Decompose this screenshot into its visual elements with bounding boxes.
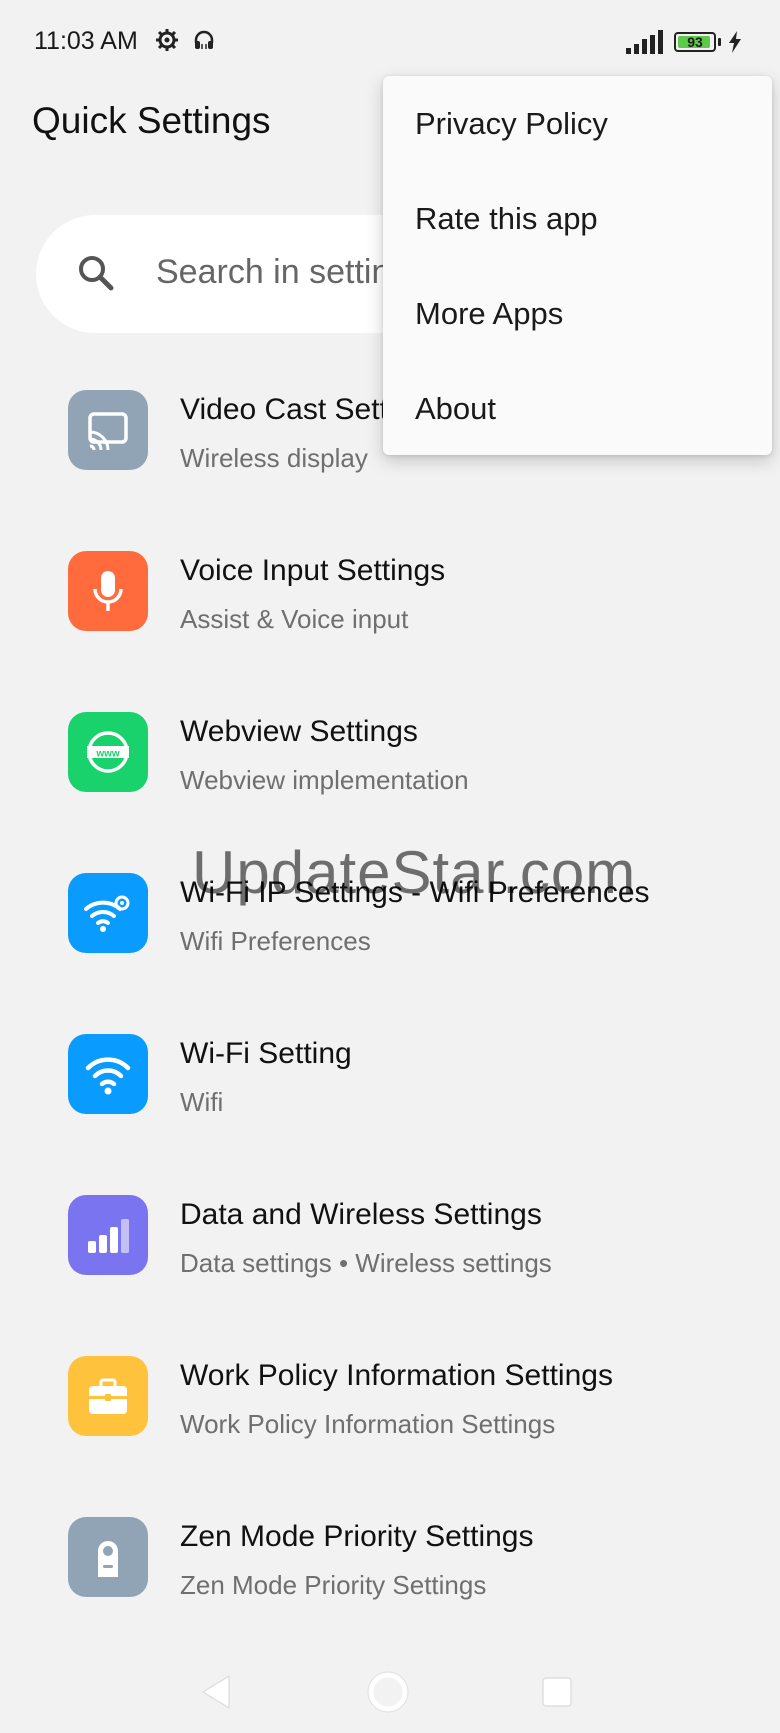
back-icon[interactable]: [195, 1670, 239, 1714]
microphone-icon: [68, 551, 148, 631]
item-subtitle: Assist & Voice input: [180, 604, 409, 634]
briefcase-icon: [68, 1356, 148, 1436]
item-subtitle: Zen Mode Priority Settings: [180, 1570, 487, 1600]
watermark: UpdateStar.com: [192, 839, 637, 906]
list-item[interactable]: Data and Wireless Settings Data settings…: [0, 1185, 780, 1346]
gear-icon: [156, 29, 178, 51]
home-icon[interactable]: [366, 1670, 410, 1714]
item-subtitle: Wireless display: [180, 443, 368, 473]
list-item[interactable]: Work Policy Information Settings Work Po…: [0, 1346, 780, 1507]
list-item[interactable]: Voice Input Settings Assist & Voice inpu…: [0, 541, 780, 702]
item-subtitle: Work Policy Information Settings: [180, 1409, 556, 1439]
menu-item-more-apps[interactable]: More Apps: [415, 296, 563, 332]
item-subtitle: Wifi: [180, 1087, 224, 1117]
overflow-menu: Privacy Policy Rate this app More Apps A…: [383, 76, 772, 455]
page-title: Quick Settings: [32, 100, 271, 141]
item-subtitle: Webview implementation: [180, 765, 469, 795]
menu-item-rate-this-app[interactable]: Rate this app: [415, 201, 598, 237]
battery-level: 93: [687, 34, 703, 50]
headset-icon: [194, 30, 214, 49]
list-item[interactable]: Wi-Fi Setting Wifi: [0, 1024, 780, 1185]
menu-item-about[interactable]: About: [415, 391, 496, 427]
search-icon: [79, 256, 114, 291]
charging-bolt-icon: [729, 31, 741, 53]
svg-text:www: www: [95, 749, 120, 760]
menu-item-privacy-policy[interactable]: Privacy Policy: [415, 106, 608, 142]
item-title: Work Policy Information Settings: [180, 1359, 613, 1392]
item-title: Data and Wireless Settings: [180, 1198, 542, 1231]
recents-icon[interactable]: [535, 1670, 579, 1714]
wifi-icon: [68, 1034, 148, 1114]
wifi-gear-icon: [68, 873, 148, 953]
signal-icon: [626, 30, 663, 54]
battery-cap: [718, 38, 721, 46]
item-title: Zen Mode Priority Settings: [180, 1520, 534, 1553]
status-time: 11:03 AM: [34, 27, 138, 55]
item-title: Voice Input Settings: [180, 554, 446, 587]
item-subtitle: Wifi Preferences: [180, 926, 371, 956]
navigation-bar: [0, 1640, 780, 1733]
item-subtitle: Data settings • Wireless settings: [180, 1248, 552, 1278]
item-title: Wi-Fi Setting: [180, 1037, 352, 1070]
cast-icon: [68, 390, 148, 470]
globe-www-icon: www: [68, 712, 148, 792]
door-hanger-icon: [68, 1517, 148, 1597]
signal-bars-icon: [68, 1195, 148, 1275]
item-title: Webview Settings: [180, 715, 418, 748]
